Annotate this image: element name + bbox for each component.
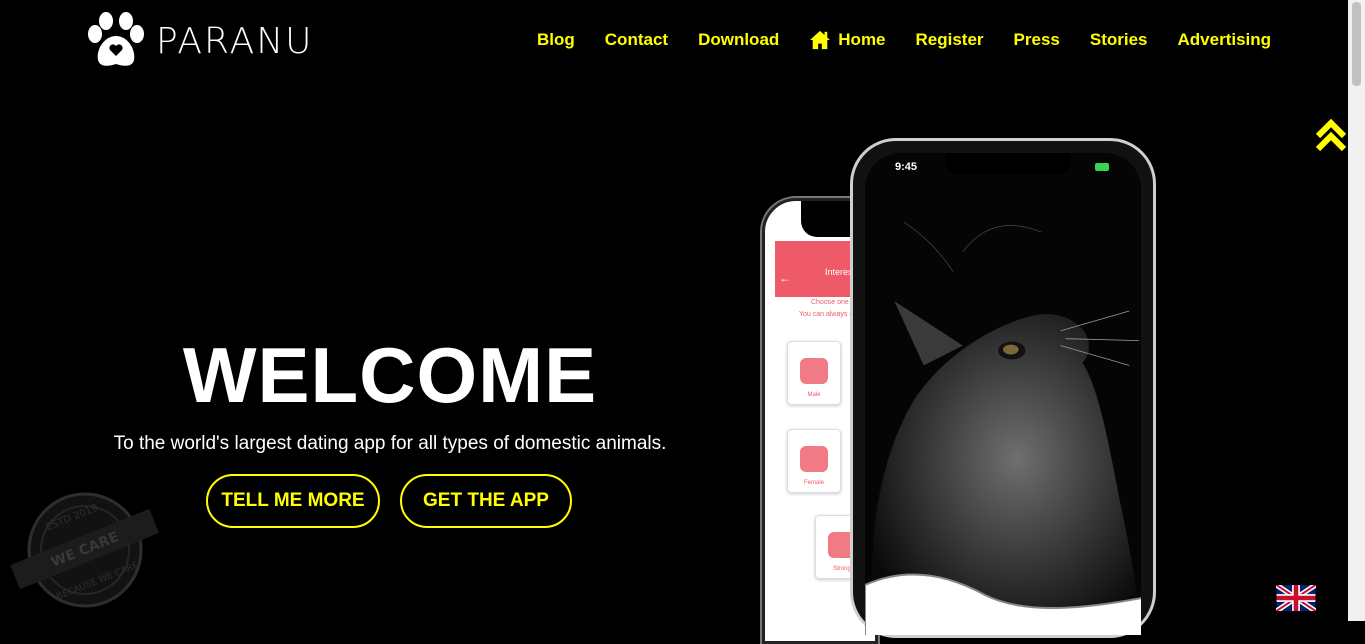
app-instruction-2: You can always ch (799, 311, 857, 318)
tell-me-more-button[interactable]: TELL ME MORE (206, 474, 380, 528)
pets-icon (800, 446, 828, 472)
paw-icon (88, 12, 144, 66)
app-header-title: Interes (825, 267, 853, 277)
phone-notch (945, 153, 1071, 175)
pets-icon (800, 358, 828, 384)
status-time: 9:45 (895, 161, 918, 173)
cat-photo (865, 153, 1141, 635)
option-card: Male (787, 341, 841, 405)
scrollbar[interactable] (1348, 0, 1365, 621)
screen-wave (865, 573, 1141, 635)
nav-blog[interactable]: Blog (537, 30, 575, 50)
phone-screen: 9:45 (865, 153, 1141, 635)
hero-subtitle: To the world's largest dating app for al… (113, 433, 667, 454)
option-card: Female (787, 429, 841, 493)
nav-home-label: Home (838, 30, 886, 49)
scrollbar-thumb[interactable] (1352, 2, 1361, 86)
brand-name: PARANU (156, 20, 314, 62)
nav-advertising[interactable]: Advertising (1178, 30, 1272, 50)
back-arrow-icon: ← (779, 271, 791, 285)
main-nav: Blog Contact Download Home Register Pres… (537, 30, 1271, 50)
nav-download[interactable]: Download (698, 30, 779, 50)
phone-front-mockup: 9:45 (850, 138, 1156, 638)
nav-home[interactable]: Home (809, 30, 886, 50)
hero-title: WELCOME (182, 331, 598, 419)
uk-flag-icon[interactable] (1276, 585, 1316, 611)
battery-icon (1095, 163, 1109, 171)
nav-register[interactable]: Register (916, 30, 984, 50)
chevron-double-up-icon[interactable] (1316, 118, 1346, 152)
nav-stories[interactable]: Stories (1090, 30, 1148, 50)
we-care-stamp: WE CARE ESTD 2019 BECAUSE WE CARE (10, 492, 160, 608)
logo[interactable]: PARANU (86, 12, 314, 70)
get-the-app-button[interactable]: GET THE APP (400, 474, 572, 528)
nav-contact[interactable]: Contact (605, 30, 668, 50)
home-icon (810, 30, 831, 50)
nav-press[interactable]: Press (1014, 30, 1060, 50)
